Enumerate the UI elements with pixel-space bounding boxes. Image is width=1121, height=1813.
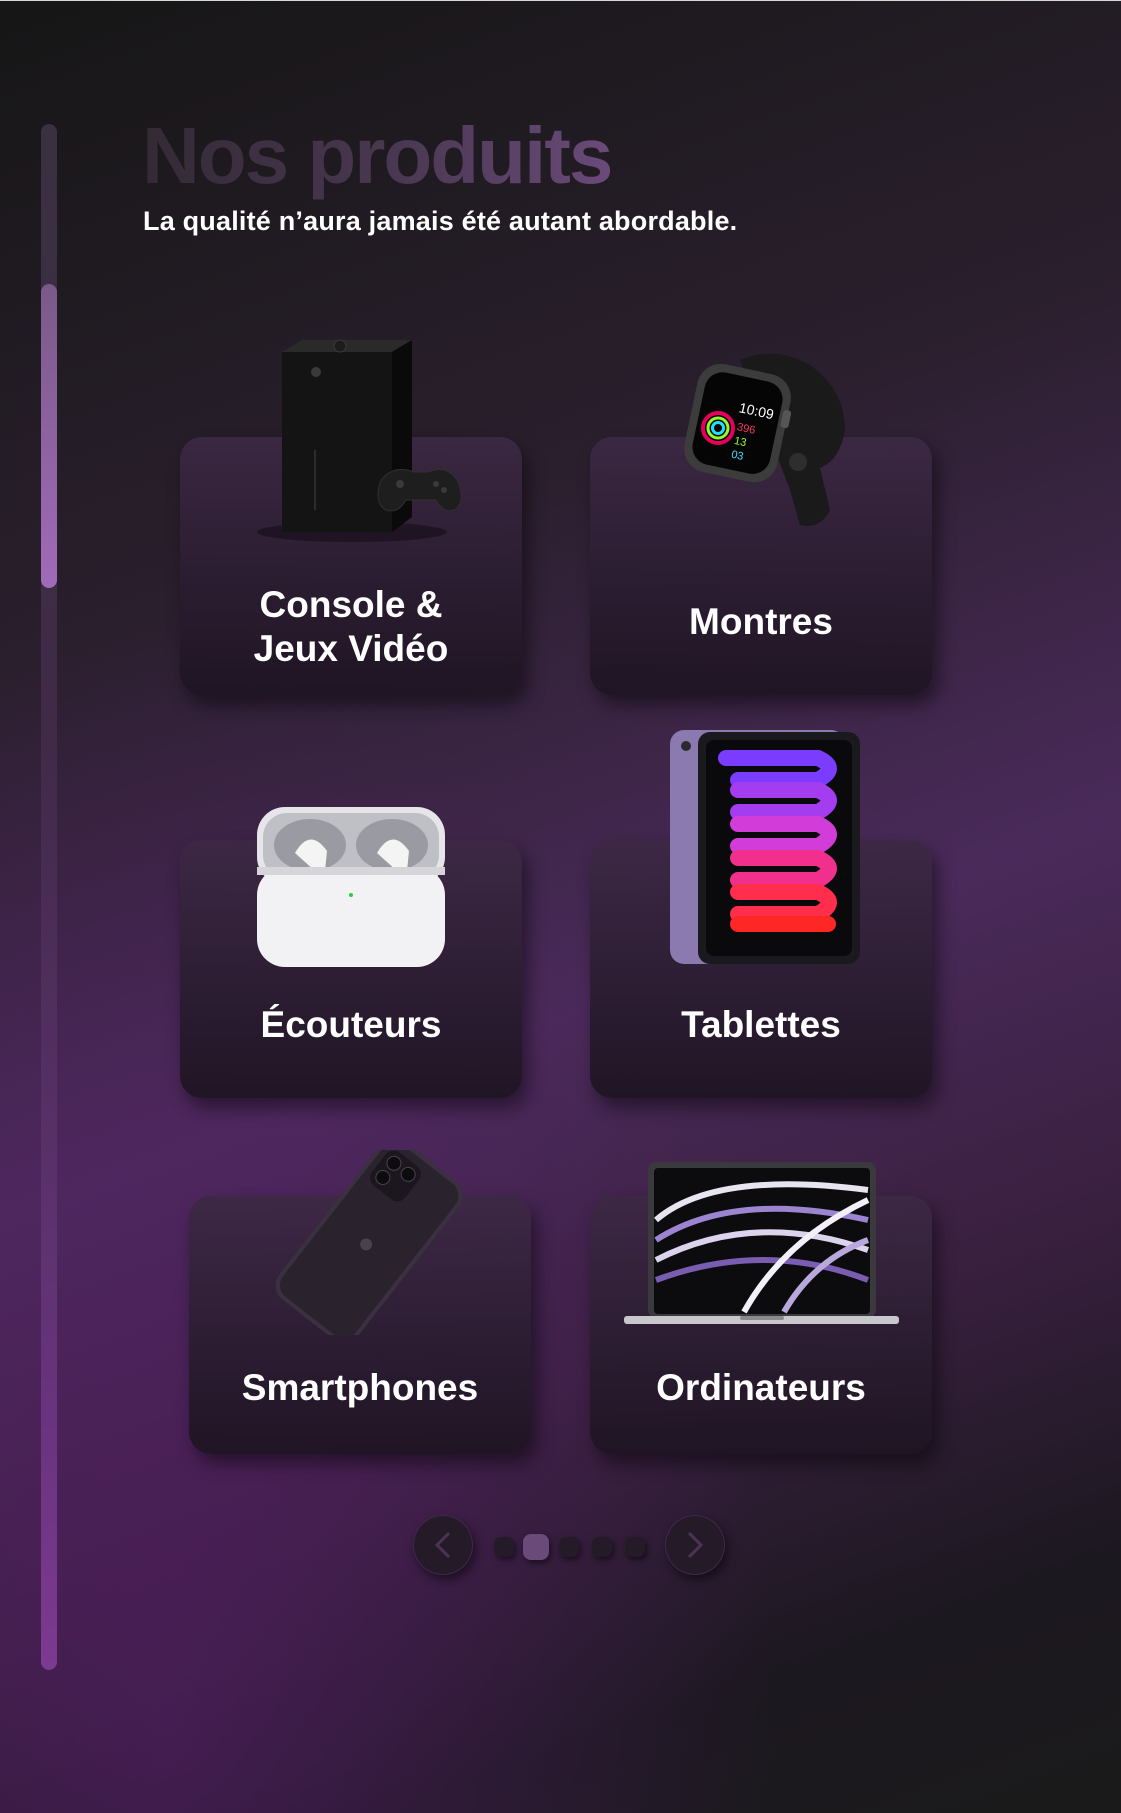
scrollbar-thumb[interactable] <box>41 284 57 588</box>
next-page-button[interactable] <box>665 1515 725 1575</box>
category-label: Console & Jeux Vidéo <box>253 584 449 669</box>
svg-text:03: 03 <box>730 449 744 463</box>
chevron-right-icon <box>687 1531 704 1559</box>
top-border <box>0 0 1121 1</box>
chevron-left-icon <box>434 1531 451 1559</box>
category-label: Smartphones <box>241 1367 479 1408</box>
pagination <box>413 1515 733 1579</box>
page-dot-4[interactable] <box>592 1537 612 1557</box>
vertical-scrollbar[interactable] <box>41 124 57 1670</box>
laptop-icon <box>624 1160 899 1335</box>
category-label: Écouteurs <box>260 1004 442 1045</box>
tablet-icon <box>668 728 863 973</box>
category-label: Ordinateurs <box>656 1367 866 1408</box>
category-label: Tablettes <box>681 1004 841 1045</box>
category-label: Montres <box>689 601 833 642</box>
smartphone-icon <box>258 1138 478 1343</box>
earbuds-icon <box>255 805 450 975</box>
svg-text:13: 13 <box>733 435 747 449</box>
prev-page-button[interactable] <box>413 1515 473 1575</box>
page-dot-1[interactable] <box>494 1537 514 1557</box>
smartwatch-icon: 10:09 396 13 03 <box>680 350 855 540</box>
page-dot-2-active[interactable] <box>523 1534 549 1560</box>
game-console-icon <box>222 332 472 552</box>
page-title: Nos produits <box>142 111 613 200</box>
page-dot-3[interactable] <box>559 1537 579 1557</box>
page-dot-5[interactable] <box>625 1537 645 1557</box>
page-subtitle: La qualité n’aura jamais été autant abor… <box>143 206 738 236</box>
